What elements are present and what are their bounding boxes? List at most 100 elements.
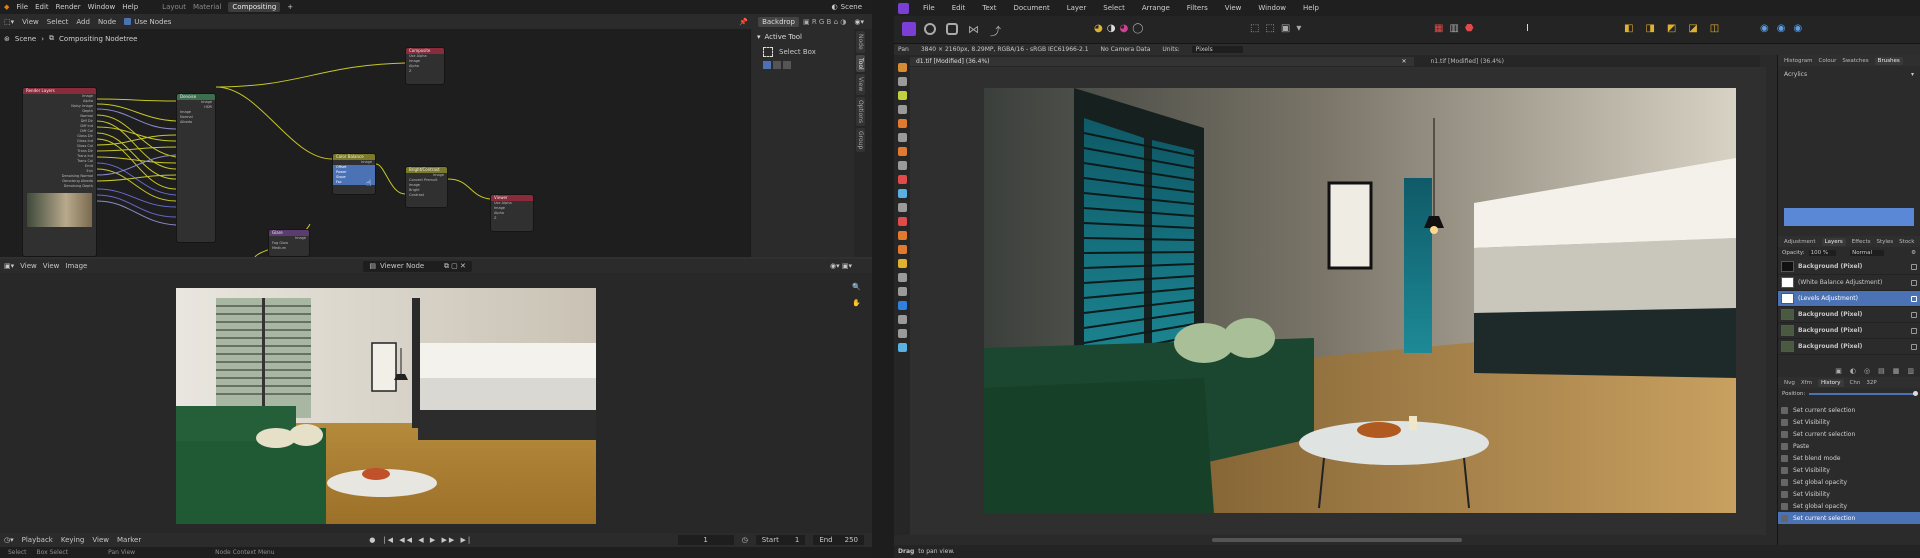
persona-tonemap-icon[interactable]: ⋈ bbox=[968, 23, 979, 36]
current-frame-field[interactable]: 1 bbox=[677, 535, 734, 545]
menu-edit[interactable]: Edit bbox=[35, 3, 49, 11]
history-item[interactable]: Paste bbox=[1778, 440, 1920, 452]
history-item[interactable]: Set Visibility bbox=[1778, 464, 1920, 476]
menu-document[interactable]: Document bbox=[1013, 4, 1049, 12]
studio-icons[interactable]: ◉◉◉ bbox=[1760, 23, 1810, 34]
menu-select[interactable]: Select bbox=[1103, 4, 1125, 12]
layer-row[interactable]: Background (Pixel) bbox=[1778, 339, 1920, 355]
persona-liquify-icon[interactable] bbox=[924, 23, 936, 35]
layer-row[interactable]: (White Balance Adjustment) bbox=[1778, 275, 1920, 291]
tab-transform[interactable]: Xfm bbox=[1801, 380, 1812, 386]
menu-render[interactable]: Render bbox=[56, 3, 81, 11]
tab-group[interactable]: Group bbox=[856, 127, 865, 153]
layer-visibility-checkbox[interactable] bbox=[1911, 327, 1917, 334]
active-tool-header[interactable]: ▾ Active Tool bbox=[751, 29, 854, 45]
tab-stock[interactable]: Stock bbox=[1899, 239, 1914, 245]
layer-visibility-checkbox[interactable] bbox=[1911, 343, 1917, 350]
layer-row[interactable]: (Levels Adjustment) bbox=[1778, 291, 1920, 307]
workspace-tab-compositing[interactable]: Compositing bbox=[228, 2, 281, 12]
doc-tab-n1[interactable]: n1.tif [Modified] (36.4%) bbox=[1422, 57, 1512, 66]
layer-visibility-checkbox[interactable] bbox=[1911, 295, 1917, 302]
use-nodes-checkbox[interactable] bbox=[124, 18, 132, 25]
menu-arrange[interactable]: Arrange bbox=[1142, 4, 1170, 12]
tab-histogram[interactable]: Histogram bbox=[1784, 58, 1813, 64]
history-item[interactable]: Set global opacity bbox=[1778, 500, 1920, 512]
arrange-icons[interactable]: ◧◨◩◪◫ bbox=[1624, 23, 1731, 34]
brush-preview[interactable] bbox=[1784, 208, 1914, 226]
node-bright-contrast[interactable]: Bright/Contrast Image Convert Premult Im… bbox=[405, 166, 448, 208]
opacity-field[interactable]: 100 % bbox=[1808, 250, 1837, 256]
persona-photo-icon[interactable] bbox=[902, 22, 916, 36]
horizontal-scrollbar[interactable] bbox=[1212, 538, 1462, 542]
start-frame-field[interactable]: Start 1 bbox=[755, 535, 806, 545]
layer-visibility-checkbox[interactable] bbox=[1911, 279, 1917, 286]
history-item[interactable]: Set blend mode bbox=[1778, 452, 1920, 464]
tab-history[interactable]: History bbox=[1817, 378, 1844, 387]
menu-view[interactable]: View bbox=[43, 262, 60, 270]
menu-filters[interactable]: Filters bbox=[1187, 4, 1208, 12]
menu-help[interactable]: Help bbox=[122, 3, 138, 11]
paint-brush-icon[interactable] bbox=[897, 175, 907, 184]
move-tool-icon[interactable] bbox=[897, 77, 907, 86]
marquee-icon[interactable] bbox=[897, 147, 907, 156]
affinity-logo-icon[interactable] bbox=[898, 2, 909, 14]
tab-channels[interactable]: Chn bbox=[1850, 380, 1861, 386]
menu-image[interactable]: Image bbox=[65, 262, 87, 270]
menu-view[interactable]: View bbox=[1225, 4, 1242, 12]
view-dropdown[interactable]: View bbox=[20, 262, 37, 270]
tab-effects[interactable]: Effects bbox=[1852, 239, 1871, 245]
select-box-tool[interactable]: Select Box bbox=[751, 45, 854, 59]
menu-add[interactable]: Add bbox=[76, 18, 90, 26]
hand-icon[interactable]: ✋ bbox=[852, 299, 861, 307]
menu-playback[interactable]: Playback bbox=[22, 536, 53, 544]
view-tool-icon[interactable] bbox=[897, 63, 907, 72]
colour-picker-icon[interactable] bbox=[897, 91, 907, 100]
node-viewer[interactable]: Viewer Use Alpha Image Alpha Z bbox=[490, 194, 534, 232]
smudge-tool-icon[interactable] bbox=[897, 273, 907, 282]
pen-tool-icon[interactable] bbox=[897, 287, 907, 296]
menu-help[interactable]: Help bbox=[1303, 4, 1319, 12]
units-dropdown[interactable]: Pixels bbox=[1191, 46, 1243, 53]
blender-logo-icon[interactable]: ◆ bbox=[4, 3, 9, 11]
layer-visibility-checkbox[interactable] bbox=[1911, 263, 1917, 270]
socket[interactable]: Contrast bbox=[406, 193, 447, 198]
backdrop-toggle[interactable]: Backdrop bbox=[758, 16, 799, 27]
editor-type-icon[interactable]: ◷▾ bbox=[4, 536, 14, 544]
node-denoise[interactable]: Denoise Image HDR Image Normal Albedo bbox=[176, 93, 216, 243]
selection-brush-icon[interactable] bbox=[897, 119, 907, 128]
menu-edit[interactable]: Edit bbox=[952, 4, 966, 12]
menu-window[interactable]: Window bbox=[1258, 4, 1286, 12]
workspace-tab-layout[interactable]: Layout bbox=[162, 3, 186, 11]
menu-view[interactable]: View bbox=[92, 536, 109, 544]
playback-controls[interactable]: |◀ ◀◀ ◀ ▶ ▶▶ ▶| bbox=[383, 536, 472, 544]
tab-32p[interactable]: 32P bbox=[1866, 380, 1876, 386]
history-item[interactable]: Set global opacity bbox=[1778, 476, 1920, 488]
menu-file[interactable]: File bbox=[16, 3, 28, 11]
node-canvas[interactable]: ⊛ Scene › ⧉ Compositing Nodetree Render … bbox=[0, 29, 750, 257]
healing-tool-icon[interactable] bbox=[897, 259, 907, 268]
menu-marker[interactable]: Marker bbox=[117, 536, 141, 544]
gear-icon[interactable]: ⚙ bbox=[1911, 250, 1916, 256]
menu-file[interactable]: File bbox=[923, 4, 935, 12]
tab-adjustment[interactable]: Adjustment bbox=[1784, 239, 1816, 245]
dodge-tool-icon[interactable] bbox=[897, 231, 907, 240]
tab-layers[interactable]: Layers bbox=[1821, 237, 1846, 246]
add-workspace-icon[interactable]: + bbox=[287, 3, 293, 11]
layer-row[interactable]: Background (Pixel) bbox=[1778, 307, 1920, 323]
clone-tool-icon[interactable] bbox=[897, 245, 907, 254]
tab-swatches[interactable]: Swatches bbox=[1842, 58, 1868, 64]
pin-icon[interactable]: 📌 bbox=[739, 18, 748, 26]
fill-tool-icon[interactable] bbox=[897, 189, 907, 198]
tab-options[interactable]: Options bbox=[856, 96, 865, 126]
menu-text[interactable]: Text bbox=[982, 4, 996, 12]
socket[interactable]: Medium bbox=[269, 246, 309, 251]
workspace-tab-material[interactable]: Material bbox=[193, 3, 221, 11]
history-item[interactable]: Set Visibility bbox=[1778, 416, 1920, 428]
image-selector[interactable]: ▤ Viewer Node ⧉ ▢ ✕ bbox=[363, 260, 472, 272]
layer-actions[interactable]: ▣ ◐ ◎ ▤ ▦ ▥ bbox=[1778, 365, 1920, 377]
tab-navigator[interactable]: Nvg bbox=[1784, 380, 1795, 386]
erase-tool-icon[interactable] bbox=[897, 217, 907, 226]
tab-node[interactable]: Node bbox=[856, 31, 865, 53]
select-mode-buttons[interactable] bbox=[751, 59, 854, 71]
crop-tool-icon[interactable] bbox=[897, 105, 907, 114]
